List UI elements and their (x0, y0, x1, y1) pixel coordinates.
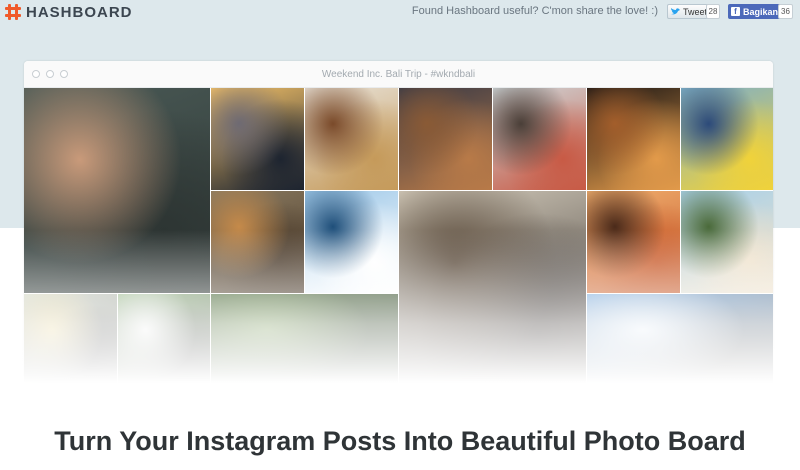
window-titlebar: Weekend Inc. Bali Trip - #wkndbali (24, 61, 773, 88)
ocean-waves-photo[interactable] (305, 191, 398, 293)
boat-dock-photo[interactable] (587, 294, 773, 397)
photo-grid (24, 88, 773, 397)
window-title: Weekend Inc. Bali Trip - #wkndbali (321, 69, 476, 80)
cafe-hangout-photo[interactable] (399, 191, 586, 397)
brand-name: HASHBOARD (26, 3, 133, 21)
night-party-photo[interactable] (587, 191, 680, 293)
brand-logo[interactable]: HASHBOARD (4, 3, 133, 21)
jungle-foliage-photo[interactable] (211, 294, 398, 397)
twitter-bird-icon (671, 7, 680, 14)
facebook-icon: f (731, 7, 740, 16)
boys-selfie-photo[interactable] (493, 88, 586, 190)
share-prompt: Found Hashboard useful? C'mon share the … (411, 5, 658, 17)
group-standing-photo[interactable] (118, 294, 210, 397)
facebook-share-label: Bagikan (743, 6, 779, 17)
headline: Turn Your Instagram Posts Into Beautiful… (54, 426, 746, 456)
tweet-count: 28 (706, 4, 720, 19)
beach-cliff-photo[interactable] (681, 191, 773, 293)
tweet-label: Tweet (683, 6, 708, 17)
wooden-facade-photo[interactable] (399, 88, 492, 190)
food-bowls-photo[interactable] (305, 88, 398, 190)
tweet-button[interactable]: Tweet (667, 4, 712, 19)
lion-statue-photo[interactable] (211, 191, 304, 293)
beach-crowd-photo[interactable] (24, 294, 117, 397)
facebook-share-button[interactable]: f Bagikan (728, 4, 782, 19)
rafting-group-photo[interactable] (681, 88, 773, 190)
hashtag-icon (5, 4, 21, 20)
facebook-share-count: 36 (778, 4, 793, 19)
sunset-silhouette-photo[interactable] (211, 88, 304, 190)
group-selfie-large-photo[interactable] (24, 88, 210, 293)
photo-board-window: Weekend Inc. Bali Trip - #wkndbali (24, 61, 773, 397)
top-bar: HASHBOARD Found Hashboard useful? C'mon … (0, 0, 800, 24)
restaurant-interior-photo[interactable] (587, 88, 680, 190)
